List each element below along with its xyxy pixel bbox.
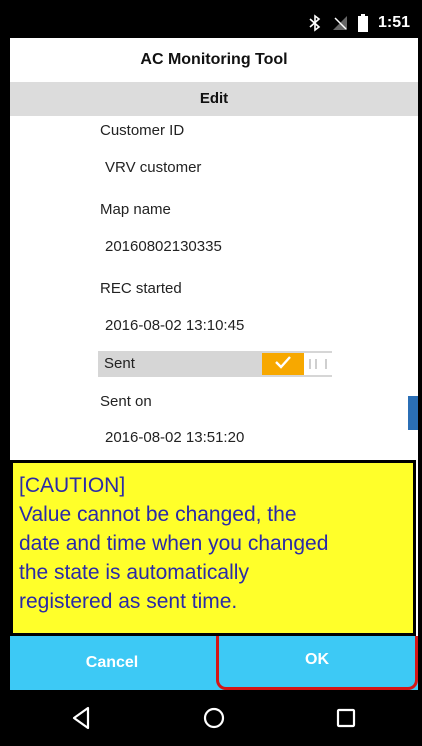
caution-callout: [CAUTION] Value cannot be changed, the d… <box>10 460 416 636</box>
map-name-value: 20160802130335 <box>105 238 222 255</box>
rec-started-value: 2016-08-02 13:10:45 <box>105 317 245 334</box>
map-name-label: Map name <box>100 201 171 218</box>
sent-toggle[interactable] <box>262 353 332 375</box>
screen-title: Edit <box>10 82 418 116</box>
bluetooth-icon <box>308 14 322 32</box>
caution-line: registered as sent time. <box>19 590 238 613</box>
status-icons: 1:51 <box>308 14 410 32</box>
sent-label: Sent <box>104 355 135 372</box>
status-time: 1:51 <box>377 14 410 31</box>
customer-id-label: Customer ID <box>100 122 185 139</box>
sent-row: Sent <box>98 351 332 377</box>
navigation-bar <box>10 690 418 746</box>
ok-button[interactable]: OK <box>216 636 418 690</box>
no-signal-icon <box>332 15 348 31</box>
sent-on-label: Sent on <box>100 393 152 410</box>
back-icon[interactable] <box>68 704 96 732</box>
toggle-grip-icon <box>309 359 327 369</box>
caution-line: Value cannot be changed, the <box>19 503 297 526</box>
app-screen: 1:51 AC Monitoring Tool Edit Customer ID… <box>10 8 418 746</box>
rec-started-label: REC started <box>100 280 182 297</box>
toggle-off-segment <box>304 353 332 375</box>
caution-line: [CAUTION] <box>19 474 126 497</box>
sent-on-value: 2016-08-02 13:51:20 <box>105 429 245 446</box>
app-title: AC Monitoring Tool <box>140 51 288 68</box>
toggle-on-segment <box>262 353 304 375</box>
side-scroll-tab[interactable] <box>408 396 418 430</box>
button-bar: Cancel OK <box>10 636 418 690</box>
checkmark-icon <box>274 355 292 374</box>
recents-icon[interactable] <box>332 704 360 732</box>
caution-line: the state is automatically <box>19 561 249 584</box>
customer-id-value: VRV customer <box>105 159 202 176</box>
caution-line: date and time when you changed <box>19 532 329 555</box>
battery-icon <box>357 14 368 32</box>
home-icon[interactable] <box>200 704 228 732</box>
status-bar: 1:51 <box>10 8 418 38</box>
cancel-button[interactable]: Cancel <box>10 636 214 690</box>
